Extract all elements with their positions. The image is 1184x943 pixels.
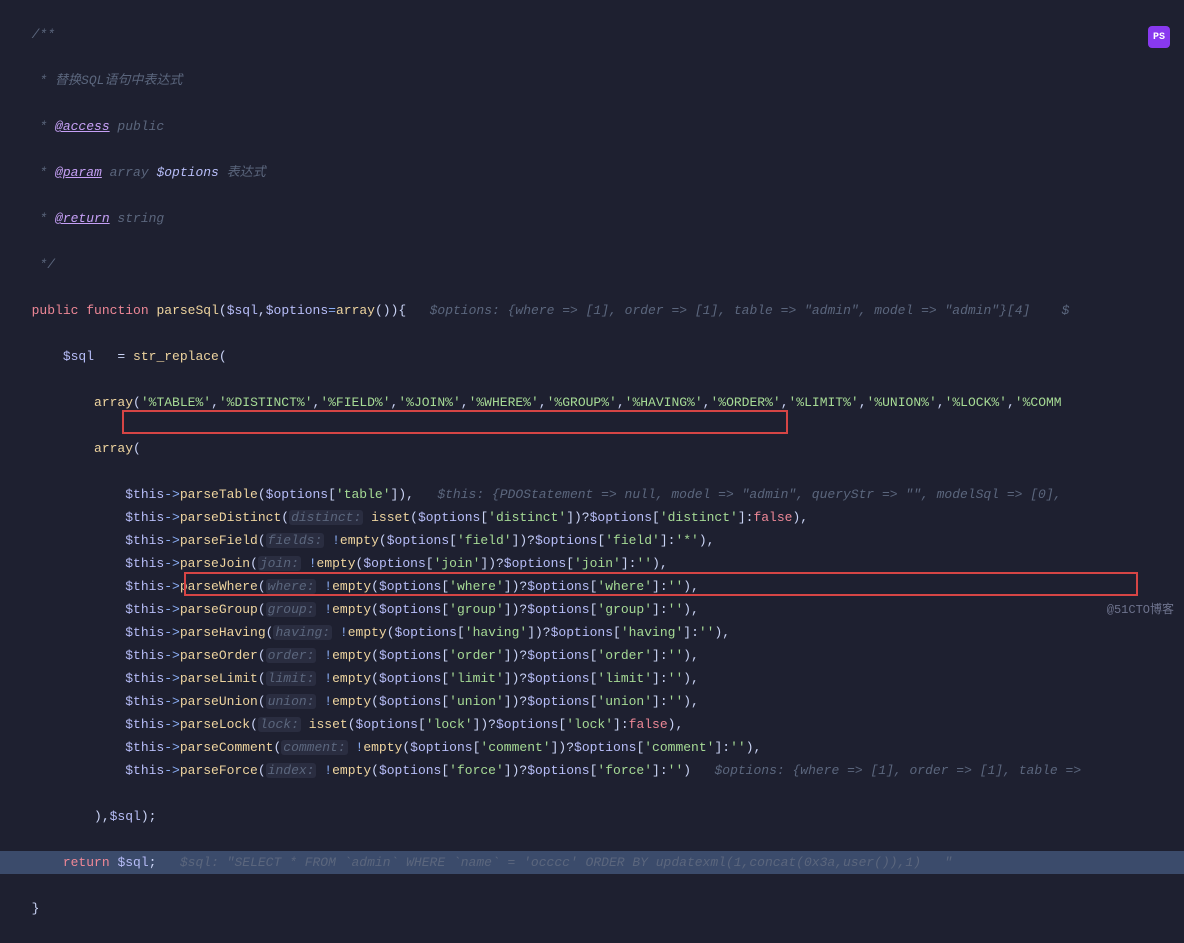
code-line: } bbox=[0, 897, 1184, 920]
docblock-desc: * 替换SQL语句中表达式 bbox=[16, 73, 182, 88]
docblock-open: /** bbox=[16, 27, 55, 42]
ide-badge-icon: PS bbox=[1148, 26, 1170, 48]
docblock-close: */ bbox=[16, 257, 55, 272]
code-line: $this->parseDistinct(distinct: isset($op… bbox=[0, 506, 1184, 529]
code-line: $sql = str_replace( bbox=[0, 345, 1184, 368]
code-line: ),$sql); bbox=[0, 805, 1184, 828]
code-line: $this->parseLock(lock: isset($options['l… bbox=[0, 713, 1184, 736]
code-line: $this->parseComment(comment: !empty($opt… bbox=[0, 736, 1184, 759]
code-line: $this->parseUnion(union: !empty($options… bbox=[0, 690, 1184, 713]
code-line: $this->parseForce(index: !empty($options… bbox=[0, 759, 1184, 782]
docblock-access: * @access public bbox=[16, 119, 164, 134]
code-line: $this->parseField(fields: !empty($option… bbox=[0, 529, 1184, 552]
code-line: $this->parseOrder(order: !empty($options… bbox=[0, 644, 1184, 667]
watermark: @51CTO博客 bbox=[1107, 599, 1174, 622]
function-signature: public function parseSql($sql,$options=a… bbox=[0, 299, 1184, 322]
code-line: $this->parseWhere(where: !empty($options… bbox=[0, 575, 1184, 598]
code-line: array( bbox=[0, 437, 1184, 460]
inlay-sql-value: $sql: "SELECT * FROM `admin` WHERE `name… bbox=[156, 855, 952, 870]
docblock-param: * @param array $options 表达式 bbox=[16, 165, 266, 180]
code-line: $this->parseGroup(group: !empty($options… bbox=[0, 598, 1184, 621]
code-line: $this->parseJoin(join: !empty($options['… bbox=[0, 552, 1184, 575]
code-line: $this->parseLimit(limit: !empty($options… bbox=[0, 667, 1184, 690]
code-line: $this->parseTable($options['table']), $t… bbox=[0, 483, 1184, 506]
docblock-return: * @return string bbox=[16, 211, 164, 226]
selected-return-line: return $sql; $sql: "SELECT * FROM `admin… bbox=[0, 851, 1184, 874]
code-line: $this->parseHaving(having: !empty($optio… bbox=[0, 621, 1184, 644]
code-line: array('%TABLE%','%DISTINCT%','%FIELD%','… bbox=[0, 391, 1184, 414]
code-editor[interactable]: /** * 替换SQL语句中表达式 * @access public * @pa… bbox=[0, 0, 1184, 943]
inlay-hint: $options: {where => [1], order => [1], t… bbox=[406, 303, 1069, 318]
